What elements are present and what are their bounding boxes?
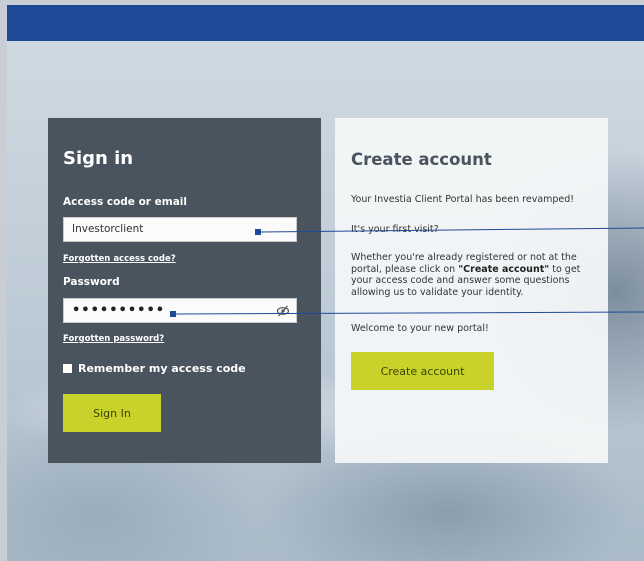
signin-panel: Sign in Access code or email Investorcli…	[48, 118, 321, 463]
create-account-button[interactable]: Create account	[351, 352, 494, 390]
password-label: Password	[63, 276, 120, 288]
access-code-label: Access code or email	[63, 196, 187, 208]
welcome-text: Welcome to your new portal!	[351, 323, 489, 334]
password-input[interactable]: ••••••••••	[63, 298, 297, 323]
forgot-access-code-link[interactable]: Forgotten access code?	[63, 254, 176, 264]
instructions-text: Whether you're already registered or not…	[351, 252, 595, 298]
remember-access-code[interactable]: Remember my access code	[63, 362, 246, 375]
create-account-panel: Create account Your Investia Client Port…	[335, 118, 608, 463]
eye-slash-icon[interactable]	[276, 304, 290, 318]
remember-label: Remember my access code	[78, 362, 246, 375]
create-account-title: Create account	[351, 150, 492, 169]
window-frame-left	[0, 0, 7, 561]
first-visit-text: It's your first visit?	[351, 224, 439, 235]
signin-title: Sign in	[63, 148, 134, 169]
checkbox-icon[interactable]	[63, 364, 72, 373]
revamped-text: Your Investia Client Portal has been rev…	[351, 194, 575, 205]
access-code-input[interactable]: Investorclient	[63, 217, 297, 242]
forgot-password-link[interactable]: Forgotten password?	[63, 334, 164, 344]
instructions-bold: "Create account"	[458, 263, 550, 275]
signin-button[interactable]: Sign In	[63, 394, 161, 432]
top-banner	[7, 5, 644, 41]
password-value: ••••••••••	[72, 303, 166, 318]
access-code-value: Investorclient	[72, 223, 144, 235]
